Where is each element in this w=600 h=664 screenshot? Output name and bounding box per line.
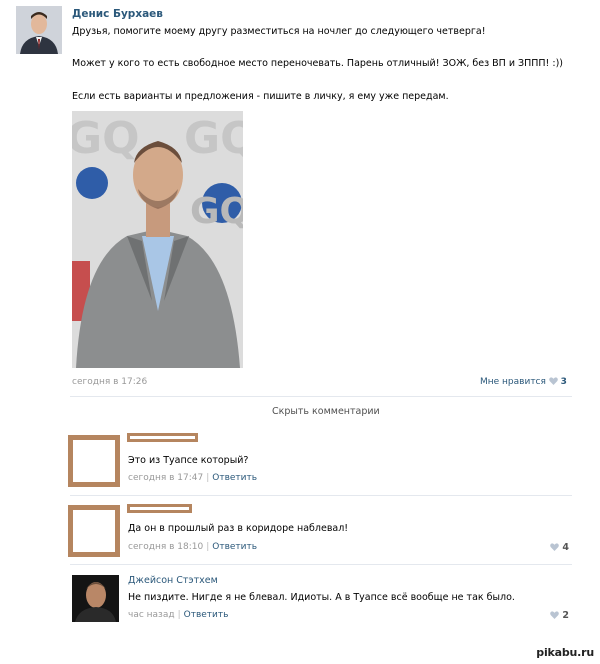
comment-meta: сегодня в 17:47 | Ответить bbox=[128, 473, 257, 483]
post-text-line-3: Если есть варианты и предложения - пишит… bbox=[72, 91, 449, 102]
watermark: pikabu.ru bbox=[536, 646, 594, 659]
hide-comments-link[interactable]: Скрыть комментарии bbox=[272, 406, 380, 417]
post-text-line-2: Может у кого то есть свободное место пер… bbox=[72, 58, 563, 69]
heart-icon bbox=[550, 543, 559, 551]
reply-link[interactable]: Ответить bbox=[212, 473, 257, 483]
comment-avatar-redacted[interactable] bbox=[68, 435, 120, 487]
comment-like-count: 2 bbox=[562, 610, 569, 621]
comment-author-name[interactable]: Джейсон Стэтхем bbox=[128, 575, 218, 586]
heart-icon bbox=[550, 611, 559, 619]
comment-like-button[interactable]: 4 bbox=[550, 542, 569, 553]
comment-divider bbox=[70, 495, 572, 496]
comment-like-button[interactable]: 2 bbox=[550, 610, 569, 621]
comment-avatar-redacted[interactable] bbox=[68, 505, 120, 557]
post-text-line-1: Друзья, помогите моему другу разместитьс… bbox=[72, 26, 486, 37]
reply-link[interactable]: Ответить bbox=[184, 610, 229, 620]
comment-text: Это из Туапсе который? bbox=[128, 455, 249, 466]
comment-like-count: 4 bbox=[562, 542, 569, 553]
comment-divider bbox=[70, 564, 572, 565]
comment-timestamp[interactable]: сегодня в 18:10 bbox=[128, 542, 203, 552]
reply-link[interactable]: Ответить bbox=[212, 542, 257, 552]
comment-text: Да он в прошлый раз в коридоре наблевал! bbox=[128, 523, 349, 534]
post-like-button[interactable]: Мне нравится 3 bbox=[480, 377, 567, 387]
divider bbox=[70, 396, 572, 397]
comment-avatar[interactable] bbox=[72, 575, 119, 622]
post-timestamp[interactable]: сегодня в 17:26 bbox=[72, 377, 147, 387]
separator: | bbox=[206, 473, 210, 483]
separator: | bbox=[177, 610, 181, 620]
author-avatar[interactable] bbox=[16, 6, 62, 54]
comment-text: Не пиздите. Нигде я не блевал. Идиоты. А… bbox=[128, 592, 515, 603]
like-label: Мне нравится bbox=[480, 377, 546, 387]
comment-author-redacted[interactable] bbox=[127, 433, 198, 442]
comment-timestamp[interactable]: сегодня в 17:47 bbox=[128, 473, 203, 483]
backdrop-logo-1: GQ bbox=[72, 113, 140, 164]
comment-meta: сегодня в 18:10 | Ответить bbox=[128, 542, 257, 552]
heart-icon bbox=[548, 377, 558, 385]
post-photo[interactable]: GQ GQ GQ bbox=[72, 111, 243, 368]
post-author-name[interactable]: Денис Бурхаев bbox=[72, 8, 163, 20]
like-count: 3 bbox=[560, 377, 567, 387]
comment-author-redacted[interactable] bbox=[127, 504, 192, 513]
comment-meta: час назад | Ответить bbox=[128, 610, 228, 620]
separator: | bbox=[206, 542, 210, 552]
comment-timestamp[interactable]: час назад bbox=[128, 610, 175, 620]
backdrop-logo-2: GQ bbox=[184, 113, 243, 164]
backdrop-logo-3: GQ bbox=[190, 191, 243, 232]
